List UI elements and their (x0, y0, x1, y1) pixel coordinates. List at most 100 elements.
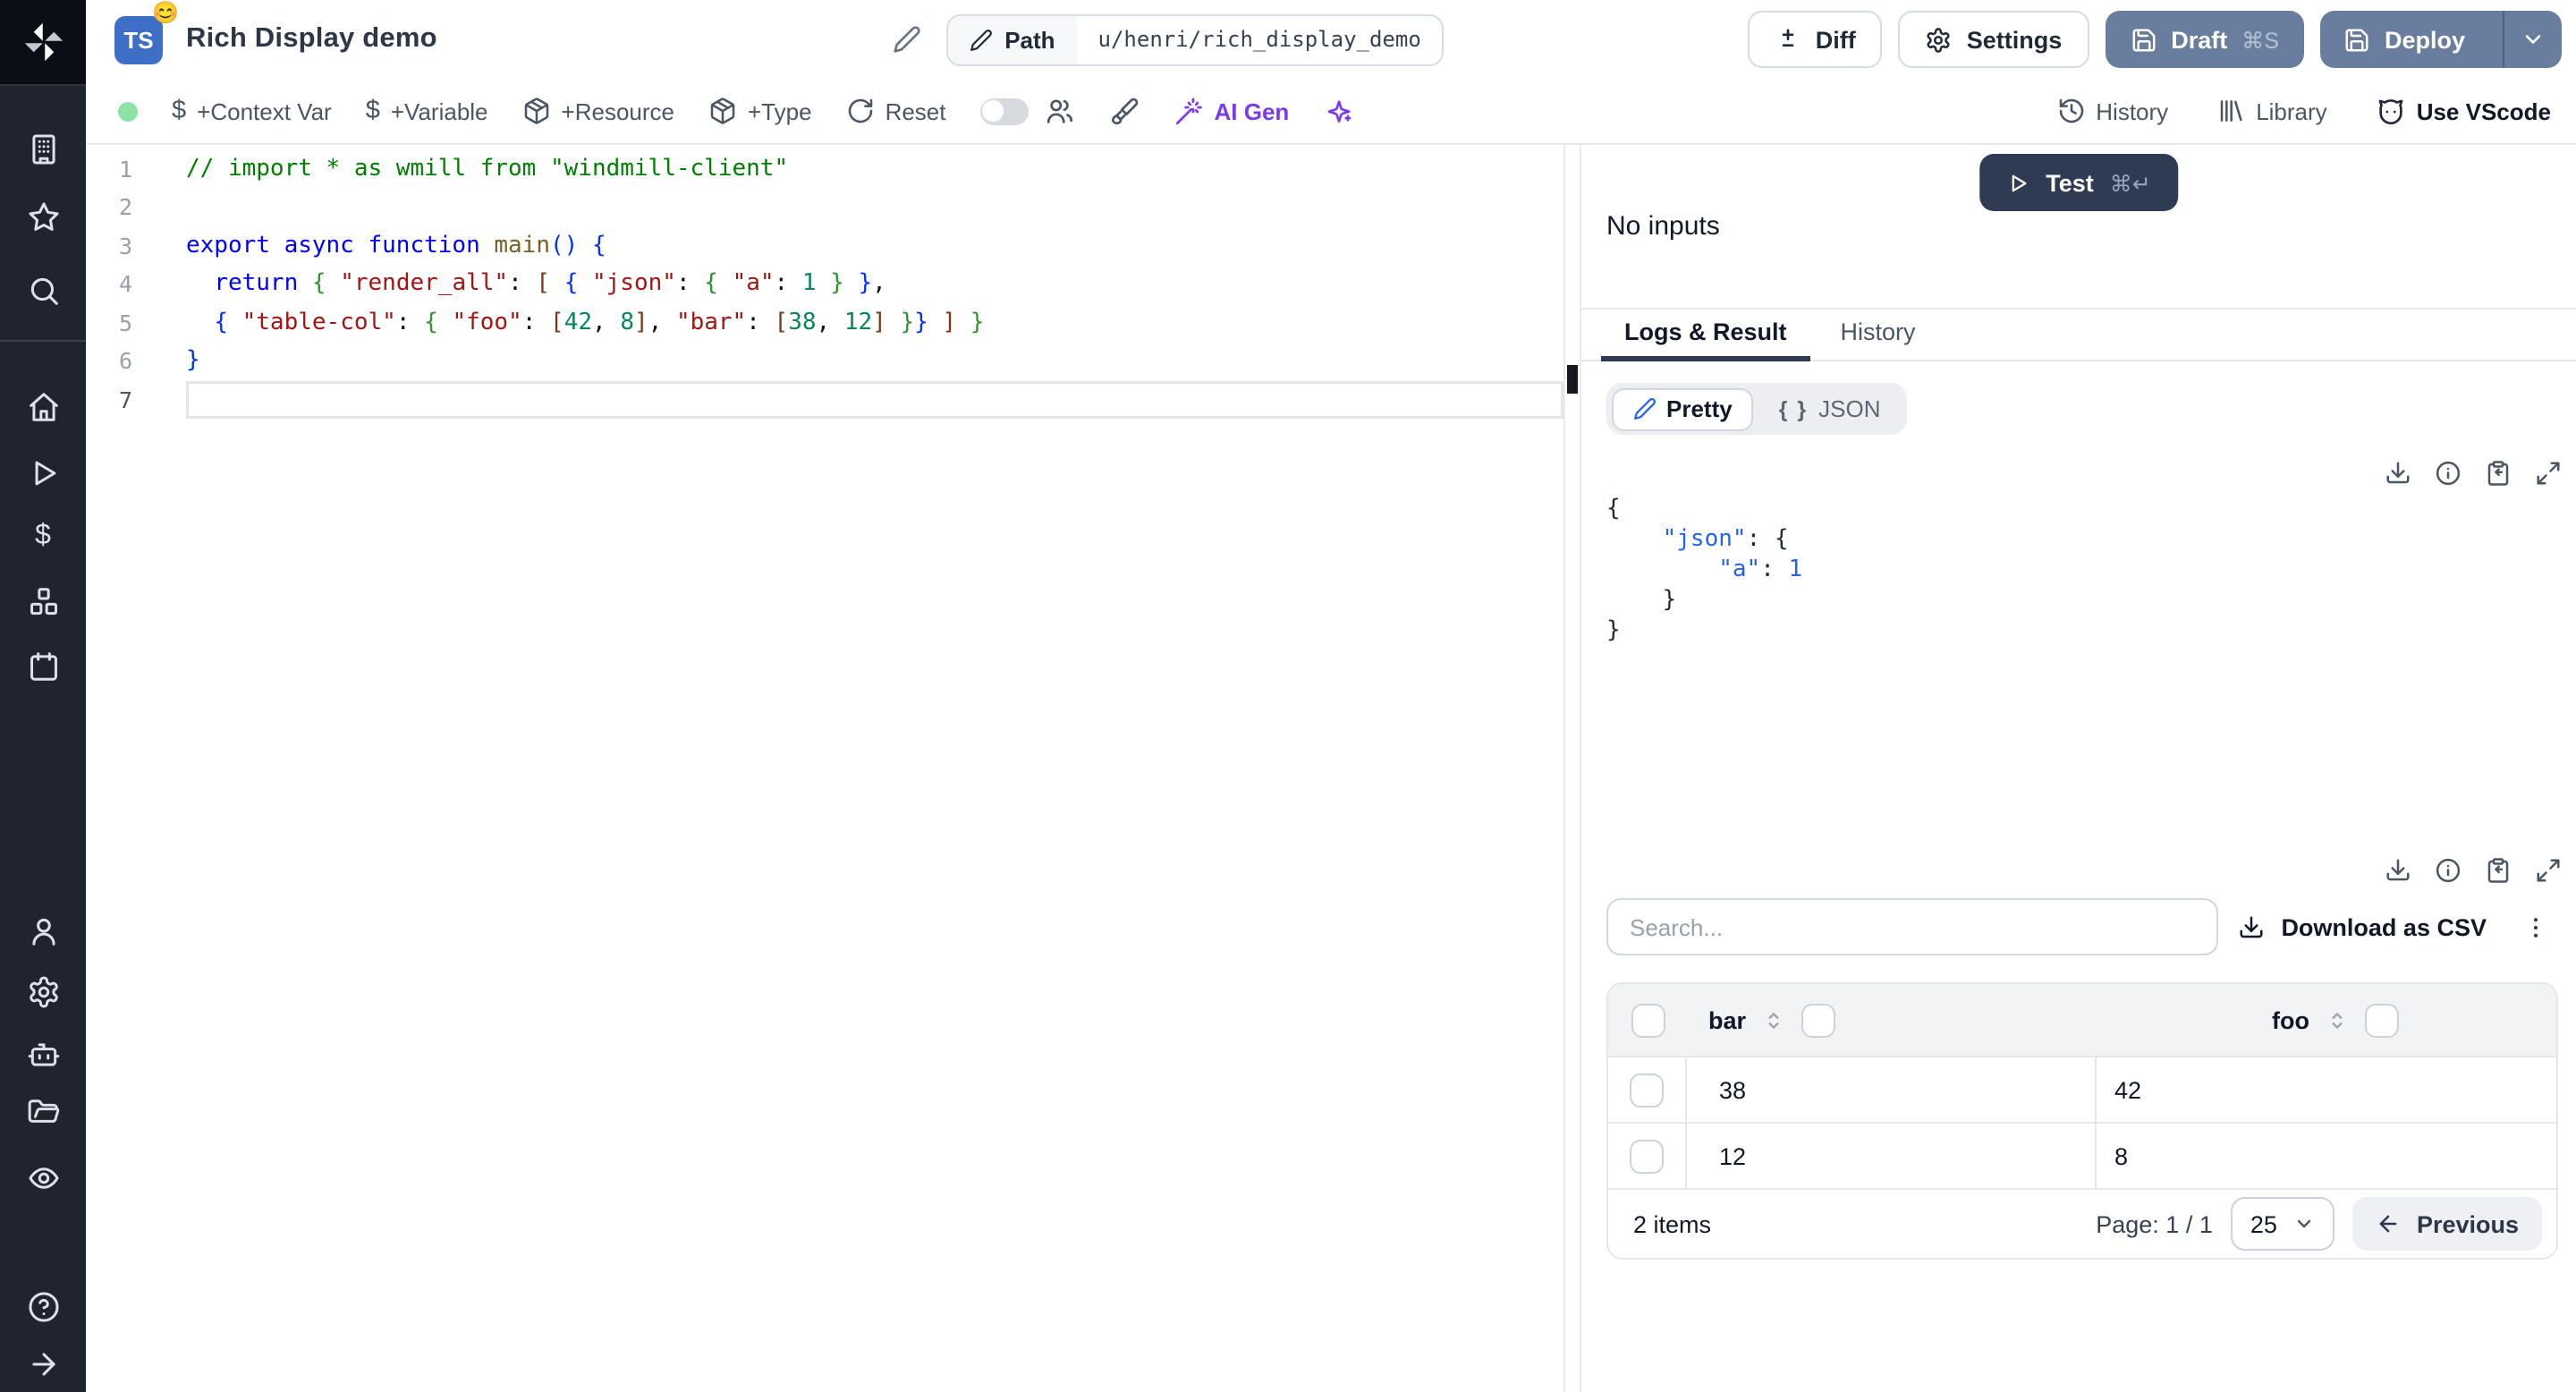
deploy-button[interactable]: Deploy (2319, 11, 2562, 68)
sidebar-item-variables[interactable]: $ (0, 517, 86, 556)
history-icon (2059, 98, 2083, 123)
toolbar-right: History Library Use VScode (2056, 96, 2551, 126)
download-table-button[interactable] (2385, 857, 2411, 884)
path-button[interactable]: Path u/henri/rich_display_demo (945, 13, 1445, 65)
reset-button[interactable]: Reset (846, 97, 946, 125)
code-line[interactable]: 3 export async function main() { (86, 226, 1563, 265)
vscode-cat-icon (2378, 98, 2403, 124)
use-vscode-button[interactable]: Use VScode (2376, 96, 2551, 126)
json-result-view: { "json": { "a": 1 }} (1606, 494, 2562, 646)
tab-logs-result[interactable]: Logs & Result (1601, 318, 1810, 361)
code-editor[interactable]: 1// import * as wmill from "windmill-cli… (86, 145, 1563, 1392)
sort-icon[interactable] (2326, 1008, 2349, 1031)
search-input[interactable] (1606, 898, 2218, 955)
diff-button[interactable]: Diff (1747, 11, 1883, 68)
split-drag-handle[interactable] (1567, 365, 1578, 394)
test-button[interactable]: Test ⌘↵ (1979, 154, 2178, 211)
add-context-var-button[interactable]: $ +Context Var (172, 97, 332, 125)
windmill-logo[interactable] (0, 0, 86, 86)
column-bar-checkbox[interactable] (1801, 1003, 1836, 1037)
dollar-icon: $ (365, 97, 380, 125)
sidebar-expand-button[interactable] (0, 1344, 86, 1383)
cell-foo: 42 (2114, 1076, 2142, 1103)
previous-page-button[interactable]: Previous (2351, 1197, 2542, 1251)
sidebar-item-home[interactable] (0, 386, 86, 426)
table-info-button[interactable] (2435, 857, 2462, 884)
row-checkbox[interactable] (1630, 1073, 1664, 1107)
json-view-button[interactable]: { } JSON (1758, 387, 1902, 430)
expand-result-button[interactable] (2535, 460, 2562, 487)
expand-icon (2537, 462, 2560, 485)
column-header-bar[interactable]: bar (1687, 1003, 2097, 1037)
braces-icon: { } (1778, 396, 1809, 421)
edit-summary-button[interactable] (892, 25, 920, 54)
language-badge: TS 😊 (114, 1, 179, 64)
download-csv-button[interactable]: Download as CSV (2238, 913, 2487, 940)
draft-button[interactable]: Draft ⌘S (2105, 11, 2304, 68)
download-icon (2386, 859, 2410, 881)
row-checkbox[interactable] (1630, 1139, 1664, 1173)
code-line[interactable]: 6} (86, 342, 1563, 380)
table-menu-button[interactable] (2522, 913, 2549, 940)
code-line[interactable]: 4 return { "render_all": [ { "json": { "… (86, 265, 1563, 303)
deploy-main[interactable]: Deploy (2320, 11, 2488, 68)
download-result-button[interactable] (2385, 460, 2411, 487)
split-divider[interactable] (1563, 145, 1581, 1392)
diff-toggle[interactable] (979, 98, 1029, 124)
sidebar-divider (0, 340, 86, 342)
expand-table-button[interactable] (2535, 857, 2562, 884)
add-variable-button[interactable]: $ +Variable (366, 97, 488, 125)
settings-button[interactable]: Settings (1898, 11, 2089, 68)
result-info-button[interactable] (2435, 460, 2462, 487)
sidebar-item-resources[interactable] (0, 581, 86, 621)
code-line[interactable]: 1// import * as wmill from "windmill-cli… (86, 149, 1563, 188)
sidebar-item-favorites[interactable] (0, 197, 86, 236)
search-icon (30, 276, 57, 304)
run-panel-top: Test ⌘↵ No inputs (1581, 145, 2576, 310)
code-line[interactable]: 2 (86, 188, 1563, 226)
deploy-dropdown-button[interactable] (2503, 11, 2562, 68)
copy-result-button[interactable] (2485, 460, 2512, 487)
code-line[interactable]: 7 (86, 380, 1563, 419)
line-number: 6 (118, 347, 132, 374)
library-button[interactable]: Library (2216, 97, 2327, 125)
column-foo-checkbox[interactable] (2365, 1003, 2399, 1037)
items-count: 2 items (1633, 1210, 1712, 1237)
copy-table-button[interactable] (2485, 857, 2512, 884)
ai-gen-button[interactable]: AI Gen (1174, 96, 1289, 126)
page-info: Page: 1 / 1 (2096, 1210, 2213, 1237)
sidebar-item-workspace[interactable] (0, 129, 86, 168)
code-line[interactable]: 5 { "table-col": { "foo": [42, 8], "bar"… (86, 303, 1563, 342)
table-row[interactable]: 12 8 (1608, 1122, 2556, 1188)
sidebar-item-search[interactable] (0, 270, 86, 310)
sidebar-item-users[interactable] (0, 911, 86, 950)
sidebar-item-runs[interactable] (0, 453, 86, 492)
row-checkbox-cell (1608, 1124, 1687, 1188)
result-view-switch: Pretty { } JSON (1606, 383, 1907, 435)
sidebar-item-workers[interactable] (0, 1034, 86, 1074)
home-icon (29, 392, 57, 420)
table-row[interactable]: 38 42 (1608, 1056, 2556, 1122)
user-icon (31, 917, 55, 945)
sidebar-item-settings[interactable] (0, 972, 86, 1011)
pretty-view-button[interactable]: Pretty (1611, 387, 1754, 430)
package-icon (710, 98, 735, 124)
expand-icon (2537, 859, 2560, 882)
select-all-checkbox[interactable] (1631, 1003, 1665, 1037)
gear-icon (1928, 27, 1951, 52)
sidebar-item-folders[interactable] (0, 1093, 86, 1133)
page-size-select[interactable]: 25 (2230, 1197, 2334, 1251)
sidebar-item-schedules[interactable] (0, 646, 86, 685)
add-type-button[interactable]: +Type (708, 97, 812, 125)
info-icon (2436, 858, 2461, 883)
sidebar-item-audit-logs[interactable] (0, 1158, 86, 1197)
tab-history[interactable]: History (1818, 318, 1939, 360)
sidebar-item-help[interactable] (0, 1286, 86, 1326)
sort-icon[interactable] (1762, 1008, 1785, 1031)
history-button[interactable]: History (2056, 97, 2168, 125)
ai-assistant-button[interactable] (1323, 96, 1353, 126)
format-button[interactable] (1109, 96, 1140, 126)
add-resource-button[interactable]: +Resource (522, 97, 674, 125)
column-header-foo[interactable]: foo (2097, 1003, 2556, 1037)
cell-foo: 8 (2114, 1142, 2129, 1169)
